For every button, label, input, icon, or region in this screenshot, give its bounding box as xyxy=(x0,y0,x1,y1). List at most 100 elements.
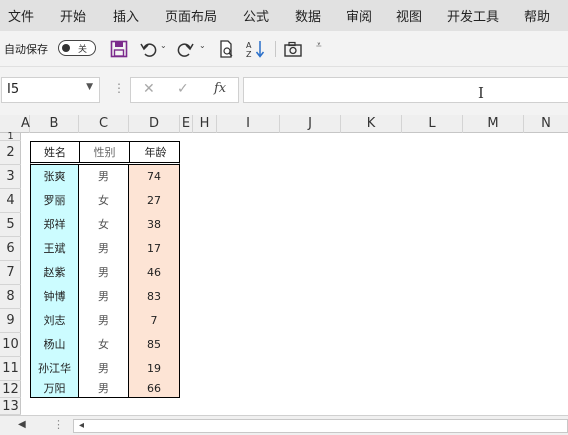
cell-name[interactable]: 孙江华 xyxy=(31,357,79,381)
row-header-10[interactable]: 10 xyxy=(0,333,21,357)
cell-age[interactable]: 83 xyxy=(129,285,179,309)
cell-gender[interactable]: 女 xyxy=(79,213,129,237)
cell-age[interactable]: 74 xyxy=(129,165,179,189)
cell-gender[interactable]: 男 xyxy=(79,237,129,261)
row-header-1[interactable]: 1 xyxy=(0,132,21,142)
name-box[interactable]: I5 ▼ xyxy=(1,77,100,103)
cell-age[interactable]: 7 xyxy=(129,309,179,333)
horizontal-scrollbar[interactable]: ◂ xyxy=(73,419,568,433)
cell-age[interactable]: 17 xyxy=(129,237,179,261)
table-row: 张爽男 74 xyxy=(30,165,180,189)
cell-age[interactable]: 38 xyxy=(129,213,179,237)
column-header-k[interactable]: K xyxy=(341,115,402,133)
header-age[interactable]: 年龄 xyxy=(130,142,181,162)
menu-formulas[interactable]: 公式 xyxy=(243,6,269,25)
scroll-left-arrow-icon[interactable]: ◂ xyxy=(79,420,84,431)
enter-icon[interactable]: ✓ xyxy=(177,81,189,97)
menu-data[interactable]: 数据 xyxy=(295,6,321,25)
more-vertical-icon[interactable]: ⋮ xyxy=(53,418,64,431)
redo-icon[interactable] xyxy=(177,39,195,59)
print-preview-icon[interactable] xyxy=(217,39,235,59)
column-header-h[interactable]: H xyxy=(193,115,217,133)
customize-toolbar-icon[interactable]: ⩡ xyxy=(316,40,322,60)
row-header-13[interactable]: 13 xyxy=(0,398,21,415)
menu-file[interactable]: 文件 xyxy=(8,6,34,25)
autosave-toggle[interactable]: 关 xyxy=(58,40,96,56)
cell-name[interactable]: 万阳 xyxy=(31,381,79,397)
column-header-d[interactable]: D xyxy=(129,115,180,133)
cell-name[interactable]: 钟博 xyxy=(31,285,79,309)
menu-view[interactable]: 视图 xyxy=(396,6,422,25)
row-header-6[interactable]: 6 xyxy=(0,237,21,261)
cell-gender[interactable]: 男 xyxy=(79,285,129,309)
row-header-5[interactable]: 5 xyxy=(0,213,21,237)
cell-age[interactable]: 66 xyxy=(129,381,179,397)
menu-developer[interactable]: 开发工具 xyxy=(447,6,499,25)
column-header-a[interactable]: A xyxy=(21,115,30,133)
row-header-11[interactable]: 11 xyxy=(0,357,21,381)
column-header-i[interactable]: I xyxy=(217,115,280,133)
cell-gender[interactable]: 男 xyxy=(79,165,129,189)
sort-ascending-icon[interactable]: A Z xyxy=(245,39,267,59)
column-header-n[interactable]: N xyxy=(524,115,568,133)
cancel-icon[interactable]: ✕ xyxy=(143,81,155,97)
table-row: 郑祥女 38 xyxy=(30,213,180,237)
table-header-row: 姓名 性别 年龄 xyxy=(30,141,180,165)
column-header-c[interactable]: C xyxy=(79,115,129,133)
column-header-m[interactable]: M xyxy=(463,115,524,133)
insert-function-icon[interactable]: fx xyxy=(214,81,226,96)
table-row: 杨山女 85 xyxy=(30,333,180,357)
save-icon[interactable] xyxy=(110,39,128,59)
cell-age[interactable]: 85 xyxy=(129,333,179,357)
row-header-4[interactable]: 4 xyxy=(0,189,21,213)
cell-name[interactable]: 王斌 xyxy=(31,237,79,261)
menu-review[interactable]: 审阅 xyxy=(346,6,372,25)
undo-dropdown-icon[interactable]: ⌄ xyxy=(160,41,167,61)
cell-gender[interactable]: 女 xyxy=(79,189,129,213)
camera-icon[interactable] xyxy=(283,39,303,59)
menu-bar: 文件 开始 插入 页面布局 公式 数据 审阅 视图 开发工具 帮助 xyxy=(0,0,568,31)
quick-access-toolbar: 自动保存 关 ⌄ ⌄ A Z ⩡ xyxy=(0,31,568,67)
cell-age[interactable]: 19 xyxy=(129,357,179,381)
cell-name[interactable]: 罗丽 xyxy=(31,189,79,213)
undo-icon[interactable] xyxy=(139,39,157,59)
cell-name[interactable]: 张爽 xyxy=(31,165,79,189)
row-header-2[interactable]: 2 xyxy=(0,141,21,165)
header-name[interactable]: 姓名 xyxy=(31,142,80,162)
menu-insert[interactable]: 插入 xyxy=(113,6,139,25)
cell-gender[interactable]: 女 xyxy=(79,333,129,357)
menu-help[interactable]: 帮助 xyxy=(524,6,550,25)
redo-dropdown-icon[interactable]: ⌄ xyxy=(199,41,206,61)
cell-name[interactable]: 刘志 xyxy=(31,309,79,333)
formula-buttons: ✕ ✓ fx xyxy=(130,77,239,103)
menu-page-layout[interactable]: 页面布局 xyxy=(165,6,217,25)
more-vertical-icon[interactable]: ⋮ xyxy=(113,81,125,95)
cell-gender[interactable]: 男 xyxy=(79,261,129,285)
cell-name[interactable]: 赵紫 xyxy=(31,261,79,285)
cell-gender[interactable]: 男 xyxy=(79,357,129,381)
column-header-b[interactable]: B xyxy=(30,115,79,133)
column-header-j[interactable]: J xyxy=(280,115,341,133)
header-gender[interactable]: 性别 xyxy=(80,142,130,162)
cell-gender[interactable]: 男 xyxy=(79,381,129,397)
scroll-left-icon[interactable]: ◀ xyxy=(18,419,26,430)
row-header-12[interactable]: 12 xyxy=(0,381,21,398)
cell-gender[interactable]: 男 xyxy=(79,309,129,333)
row-header-8[interactable]: 8 xyxy=(0,285,21,309)
chevron-down-icon[interactable]: ▼ xyxy=(86,82,93,92)
column-header-l[interactable]: L xyxy=(402,115,463,133)
formula-input[interactable]: I xyxy=(243,77,568,103)
cell-age[interactable]: 27 xyxy=(129,189,179,213)
svg-text:Z: Z xyxy=(246,50,252,59)
table-row: 钟博男 83 xyxy=(30,285,180,309)
column-header-e[interactable]: E xyxy=(180,115,193,133)
cell-age[interactable]: 46 xyxy=(129,261,179,285)
row-header-3[interactable]: 3 xyxy=(0,165,21,189)
table-row: 王斌男 17 xyxy=(30,237,180,261)
menu-home[interactable]: 开始 xyxy=(60,6,86,25)
row-header-9[interactable]: 9 xyxy=(0,309,21,333)
row-header-7[interactable]: 7 xyxy=(0,261,21,285)
cell-name[interactable]: 郑祥 xyxy=(31,213,79,237)
table-row: 罗丽女 27 xyxy=(30,189,180,213)
cell-name[interactable]: 杨山 xyxy=(31,333,79,357)
